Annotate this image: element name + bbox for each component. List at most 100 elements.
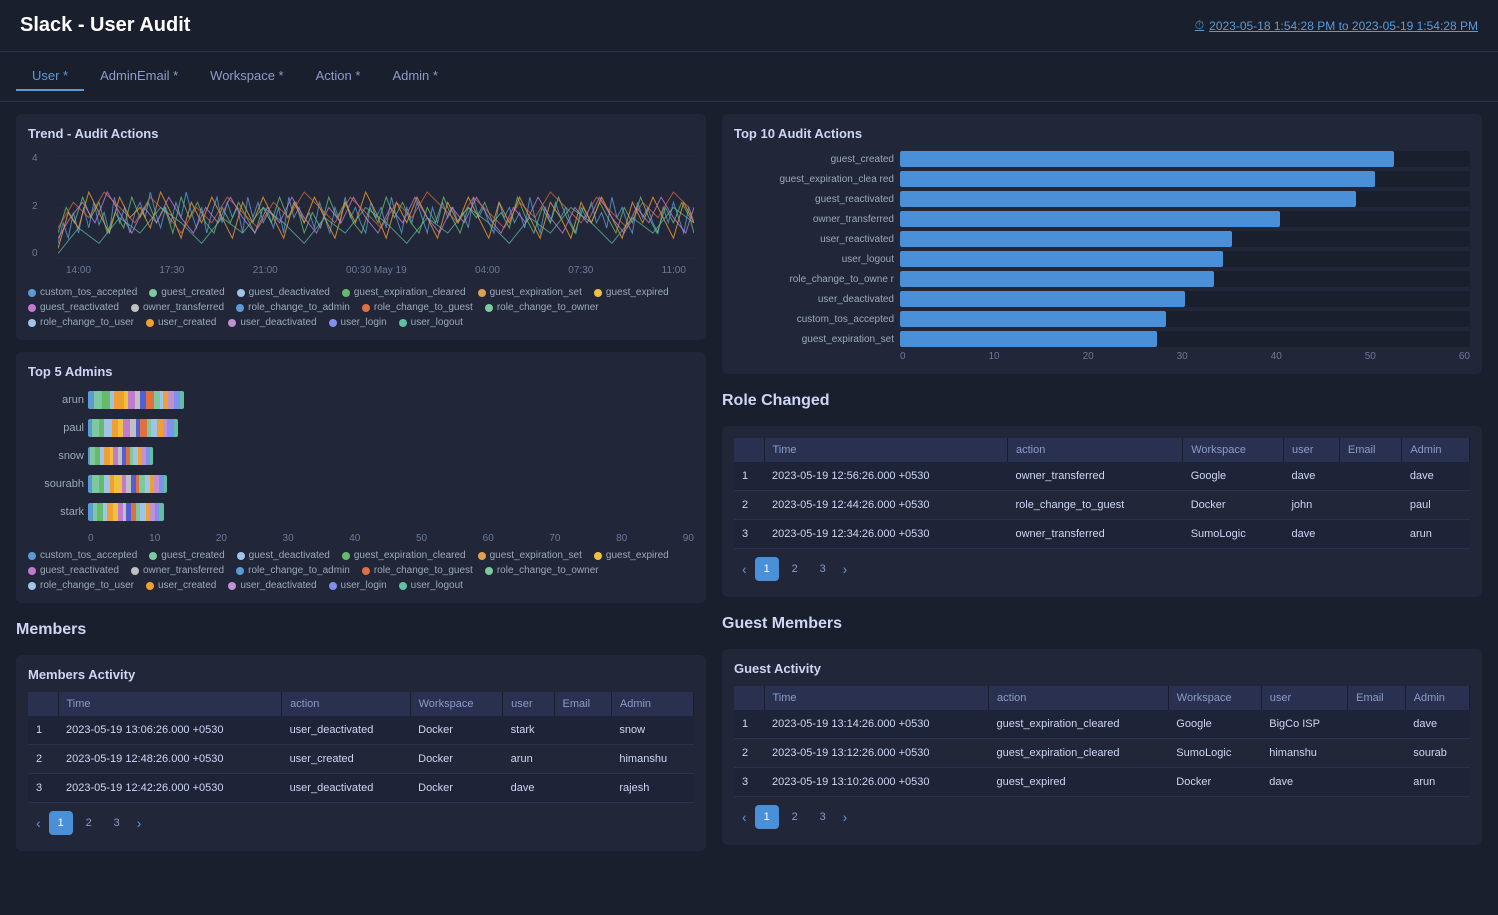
table-row: 22023-05-19 12:44:26.000 +0530role_chang… bbox=[734, 491, 1470, 520]
table-cell bbox=[1339, 520, 1401, 549]
table-header: user bbox=[1283, 438, 1339, 462]
table-cell: SumoLogic bbox=[1183, 520, 1284, 549]
table-row: 32023-05-19 13:10:26.000 +0530guest_expi… bbox=[734, 768, 1470, 797]
bar-label: owner_transferred bbox=[734, 214, 894, 225]
page-button-1[interactable]: 1 bbox=[755, 557, 779, 581]
legend-item: guest_created bbox=[149, 287, 224, 298]
prev-page-button[interactable]: ‹ bbox=[738, 809, 751, 825]
table-cell bbox=[554, 774, 611, 803]
legend-item: user_logout bbox=[399, 580, 463, 591]
guest-members-panel: Guest Activity TimeactionWorkspaceuserEm… bbox=[722, 649, 1482, 845]
legend-item: user_deactivated bbox=[228, 317, 316, 328]
bar-row: custom_tos_accepted bbox=[734, 311, 1470, 327]
prev-page-button[interactable]: ‹ bbox=[738, 561, 751, 577]
table-cell: user_deactivated bbox=[282, 774, 411, 803]
stacked-bar bbox=[88, 503, 164, 521]
legend-item: guest_reactivated bbox=[28, 302, 119, 313]
table-cell: 2023-05-19 13:12:26.000 +0530 bbox=[764, 739, 989, 768]
table-cell: 2 bbox=[28, 745, 58, 774]
table-cell: 3 bbox=[28, 774, 58, 803]
table-cell bbox=[1348, 739, 1406, 768]
table-cell: 2023-05-19 12:56:26.000 +0530 bbox=[764, 462, 1007, 491]
table-header: action bbox=[989, 686, 1169, 710]
table-row: 22023-05-19 12:48:26.000 +0530user_creat… bbox=[28, 745, 694, 774]
trend-title: Trend - Audit Actions bbox=[28, 126, 694, 141]
role-changed-panel: TimeactionWorkspaceuserEmailAdmin12023-0… bbox=[722, 426, 1482, 597]
legend-item: guest_deactivated bbox=[237, 287, 330, 298]
legend-item: guest_expiration_cleared bbox=[342, 287, 466, 298]
bar-fill bbox=[900, 271, 1214, 287]
table-cell: Google bbox=[1168, 710, 1261, 739]
trend-y-axis: 4 2 0 bbox=[28, 151, 58, 261]
header: Slack - User Audit ⏱ 2023-05-18 1:54:28 … bbox=[0, 0, 1498, 52]
page-button-2[interactable]: 2 bbox=[783, 805, 807, 829]
bar-track bbox=[900, 211, 1470, 227]
filter-user[interactable]: User * bbox=[16, 62, 84, 91]
page-button-3[interactable]: 3 bbox=[811, 557, 835, 581]
stacked-segment bbox=[104, 419, 112, 437]
table-header: action bbox=[1007, 438, 1182, 462]
stacked-segment bbox=[167, 419, 174, 437]
legend-item: custom_tos_accepted bbox=[28, 287, 137, 298]
main-content: Trend - Audit Actions 4 2 0 bbox=[0, 102, 1498, 863]
table-cell bbox=[1339, 491, 1401, 520]
stacked-bar bbox=[88, 419, 178, 437]
next-page-button[interactable]: › bbox=[133, 815, 146, 831]
bar-row: user_reactivated bbox=[734, 231, 1470, 247]
legend-item: user_login bbox=[329, 580, 387, 591]
bar-track bbox=[900, 251, 1470, 267]
table-cell: 2023-05-19 13:14:26.000 +0530 bbox=[764, 710, 989, 739]
bar-label: user_deactivated bbox=[734, 294, 894, 305]
stacked-segment bbox=[164, 475, 168, 493]
prev-page-button[interactable]: ‹ bbox=[32, 815, 45, 831]
table-header bbox=[734, 438, 764, 462]
table-cell: dave bbox=[1405, 710, 1469, 739]
legend-item: guest_expired bbox=[594, 287, 669, 298]
table-cell: Google bbox=[1183, 462, 1284, 491]
bar-track bbox=[900, 171, 1470, 187]
bar-fill bbox=[900, 251, 1223, 267]
bar-track bbox=[900, 331, 1470, 347]
next-page-button[interactable]: › bbox=[839, 809, 852, 825]
legend-item: role_change_to_guest bbox=[362, 302, 473, 313]
filter-admin[interactable]: Admin * bbox=[376, 62, 454, 91]
guest-members-table: TimeactionWorkspaceuserEmailAdmin12023-0… bbox=[734, 686, 1470, 797]
stacked-bar bbox=[88, 475, 167, 493]
bar-fill bbox=[900, 311, 1166, 327]
filter-action[interactable]: Action * bbox=[300, 62, 377, 91]
bar-row: user_logout bbox=[734, 251, 1470, 267]
stacked-row: snow bbox=[88, 445, 694, 467]
legend-item: guest_deactivated bbox=[237, 550, 330, 561]
page-button-2[interactable]: 2 bbox=[77, 811, 101, 835]
bar-fill bbox=[900, 231, 1232, 247]
next-page-button[interactable]: › bbox=[839, 561, 852, 577]
table-header bbox=[28, 692, 58, 716]
filter-adminemail[interactable]: AdminEmail * bbox=[84, 62, 194, 91]
time-range[interactable]: ⏱ 2023-05-18 1:54:28 PM to 2023-05-19 1:… bbox=[1195, 18, 1478, 33]
page-button-3[interactable]: 3 bbox=[105, 811, 129, 835]
legend-item: user_logout bbox=[399, 317, 463, 328]
page-button-2[interactable]: 2 bbox=[783, 557, 807, 581]
table-cell bbox=[1348, 710, 1406, 739]
bar-row: owner_transferred bbox=[734, 211, 1470, 227]
table-cell: arun bbox=[1405, 768, 1469, 797]
legend-item: guest_expiration_set bbox=[478, 287, 582, 298]
table-header: Workspace bbox=[1168, 686, 1261, 710]
table-header: Admin bbox=[611, 692, 693, 716]
table-cell bbox=[1348, 768, 1406, 797]
page-button-1[interactable]: 1 bbox=[49, 811, 73, 835]
legend-item: user_deactivated bbox=[228, 580, 316, 591]
table-cell: himanshu bbox=[611, 745, 693, 774]
legend-item: user_created bbox=[146, 317, 216, 328]
table-row: 32023-05-19 12:42:26.000 +0530user_deact… bbox=[28, 774, 694, 803]
guest-activity-title: Guest Activity bbox=[734, 661, 1470, 676]
right-panel: Top 10 Audit Actions guest_created guest… bbox=[706, 114, 1482, 851]
bar-label: guest_expiration_set bbox=[734, 334, 894, 345]
bar-track bbox=[900, 271, 1470, 287]
page-button-1[interactable]: 1 bbox=[755, 805, 779, 829]
stacked-row: stark bbox=[88, 501, 694, 523]
filter-workspace[interactable]: Workspace * bbox=[194, 62, 299, 91]
stacked-segment bbox=[94, 391, 103, 409]
page-button-3[interactable]: 3 bbox=[811, 805, 835, 829]
table-cell: 1 bbox=[734, 462, 764, 491]
